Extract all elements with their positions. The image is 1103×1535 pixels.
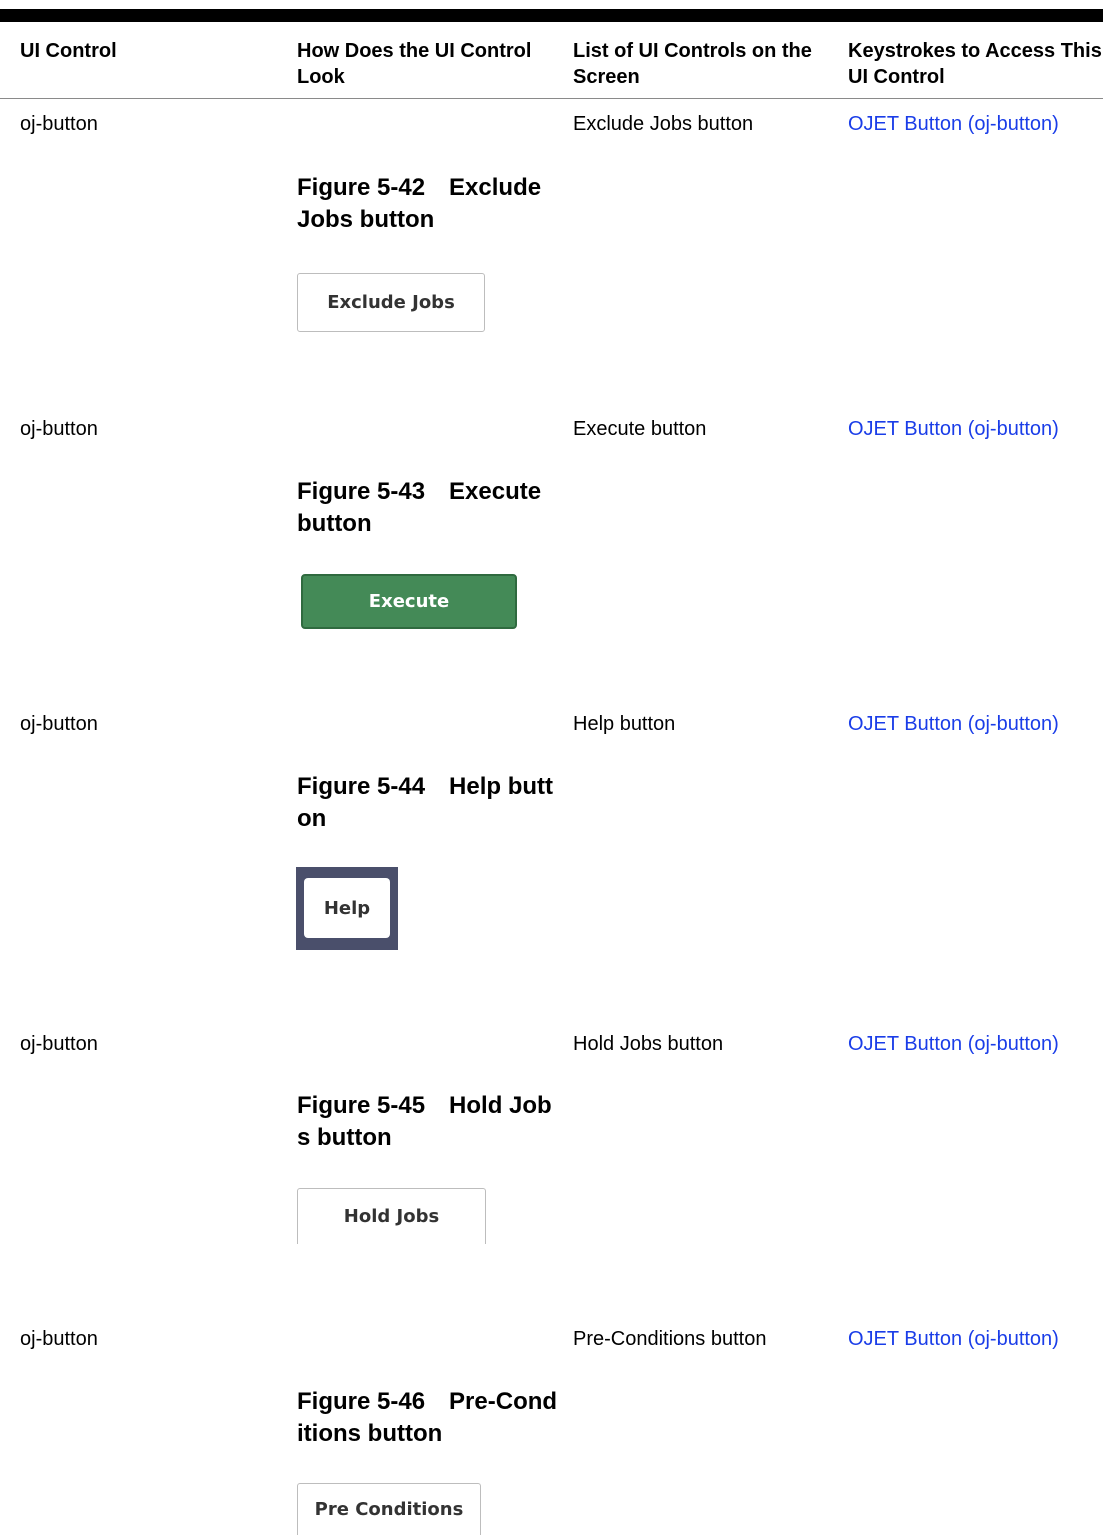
row-execute-list-item: Execute button [573, 418, 707, 440]
execute-button[interactable]: Execute [301, 574, 517, 629]
row-pre-conditions-keystroke-link[interactable]: OJET Button (oj-button) [848, 1327, 1059, 1351]
row-exclude-jobs-list-item: Exclude Jobs button [573, 113, 754, 135]
figure-number: Figure 5-43 [297, 478, 426, 505]
figure-number: Figure 5-42 [297, 174, 426, 201]
row-pre-conditions-list-item: Pre-Conditions button [573, 1328, 767, 1350]
figure-number: Figure 5-46 [297, 1388, 426, 1415]
help-button-frame: Help [296, 867, 398, 950]
row-pre-conditions-control: oj-button [20, 1328, 98, 1350]
figure-number: Figure 5-44 [297, 773, 426, 800]
header-keystrokes: Keystrokes to Access This UI Control [848, 40, 1102, 88]
help-button[interactable]: Help [304, 878, 390, 938]
header-divider [0, 98, 1103, 99]
figure-caption-help: Figure 5-44 Help button [297, 771, 559, 835]
row-help-keystroke-link[interactable]: OJET Button (oj-button) [848, 712, 1059, 736]
row-hold-jobs-keystroke-link[interactable]: OJET Button (oj-button) [848, 1032, 1059, 1056]
row-hold-jobs-list-item: Hold Jobs button [573, 1033, 724, 1055]
top-rule [0, 9, 1103, 22]
figure-caption-execute: Figure 5-43 Execute button [297, 476, 559, 540]
row-exclude-jobs-keystroke-link[interactable]: OJET Button (oj-button) [848, 112, 1059, 136]
row-exclude-jobs-control: oj-button [20, 113, 98, 135]
figure-caption-exclude-jobs: Figure 5-42 Exclude Jobs button [297, 172, 559, 236]
row-execute-control: oj-button [20, 418, 98, 440]
header-ui-control: UI Control [20, 40, 117, 62]
row-help-control: oj-button [20, 713, 98, 735]
row-help-list-item: Help button [573, 713, 676, 735]
row-hold-jobs-control: oj-button [20, 1033, 98, 1055]
header-controls-list: List of UI Controls on the Screen [573, 40, 812, 88]
figure-number: Figure 5-45 [297, 1092, 426, 1119]
header-control-look: How Does the UI Control Look [297, 40, 532, 88]
exclude-jobs-button[interactable]: Exclude Jobs [297, 273, 485, 332]
pre-conditions-button[interactable]: Pre Conditions [297, 1483, 481, 1535]
hold-jobs-button[interactable]: Hold Jobs [297, 1188, 486, 1244]
figure-caption-pre-conditions: Figure 5-46 Pre-Conditions button [297, 1386, 559, 1450]
figure-caption-hold-jobs: Figure 5-45 Hold Jobs button [297, 1090, 559, 1154]
row-execute-keystroke-link[interactable]: OJET Button (oj-button) [848, 417, 1059, 441]
